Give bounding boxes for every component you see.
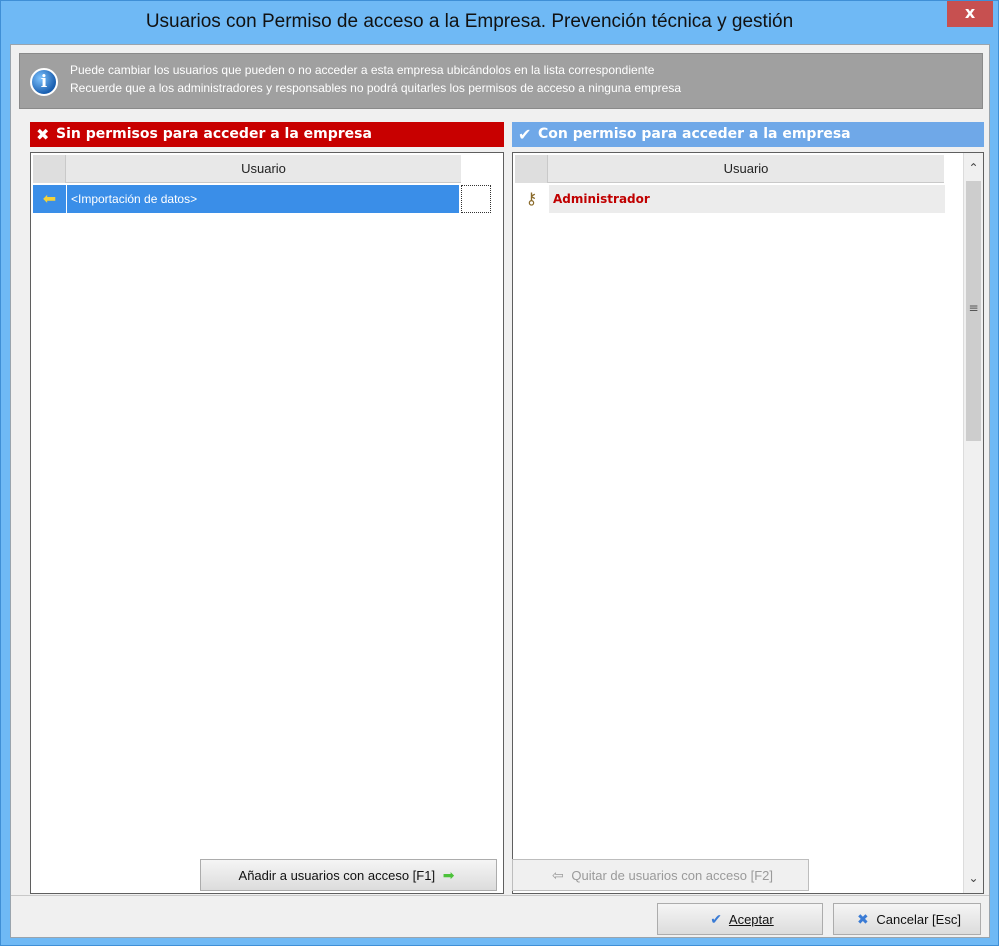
no-access-header-label: Sin permisos para acceder a la empresa <box>56 126 372 142</box>
scroll-down-icon[interactable]: ⌄ <box>964 867 983 889</box>
info-banner: i Puede cambiar los usuarios que pueden … <box>19 53 983 109</box>
scroll-up-icon[interactable]: ⌃ <box>964 157 983 179</box>
check-icon: ✔ <box>710 911 722 927</box>
scroll-thumb[interactable]: ≡ <box>966 181 981 441</box>
remove-access-label: Quitar de usuarios con acceso [F2] <box>571 868 773 883</box>
window-title: Usuarios con Permiso de acceso a la Empr… <box>145 11 794 32</box>
close-button[interactable]: x <box>947 1 993 27</box>
no-access-header: ✖ Sin permisos para acceder a la empresa <box>30 122 504 147</box>
column-header-usuario[interactable]: Usuario <box>66 155 461 183</box>
no-access-grid[interactable]: Usuario ⬅ <Importación de datos> <box>30 152 504 894</box>
close-icon: x <box>964 3 976 22</box>
table-row[interactable]: ⚷ Administrador <box>515 185 945 213</box>
dialog-body: i Puede cambiar los usuarios que pueden … <box>10 44 990 938</box>
add-access-button[interactable]: Añadir a usuarios con acceso [F1] ➡ <box>200 859 497 891</box>
user-cell[interactable]: Administrador <box>549 185 945 213</box>
access-header-label: Con permiso para acceder a la empresa <box>538 126 851 142</box>
remove-access-button[interactable]: ⇦ Quitar de usuarios con acceso [F2] <box>512 859 809 891</box>
keys-icon: ⚷ <box>525 189 538 208</box>
column-header-usuario[interactable]: Usuario <box>548 155 944 183</box>
footer-divider <box>11 895 989 896</box>
dialog-window: Usuarios con Permiso de acceso a la Empr… <box>0 0 999 946</box>
access-header: ✔ Con permiso para acceder a la empresa <box>512 122 984 147</box>
user-cell[interactable]: <Importación de datos> <box>67 185 459 213</box>
info-icon: i <box>30 68 58 96</box>
arrow-left-icon: ⬅ <box>33 185 66 213</box>
x-icon: ✖ <box>36 125 50 144</box>
add-access-label: Añadir a usuarios con acceso [F1] <box>238 868 436 883</box>
access-grid[interactable]: Usuario ⚷ Administrador ⌃ ≡ ⌄ <box>512 152 984 894</box>
table-row[interactable]: ⬅ <Importación de datos> <box>33 185 493 213</box>
arrow-right-icon: ➡ <box>442 867 455 883</box>
row-indicator-header <box>515 155 548 183</box>
arrow-left-icon: ⇦ <box>552 867 564 883</box>
x-icon: ✖ <box>857 911 869 927</box>
vertical-scrollbar[interactable]: ⌃ ≡ ⌄ <box>963 153 983 893</box>
check-icon: ✔ <box>518 125 532 144</box>
cancel-label: Cancelar [Esc] <box>876 912 961 927</box>
accept-label: Aceptar <box>728 912 774 927</box>
title-bar[interactable]: Usuarios con Permiso de acceso a la Empr… <box>1 1 998 44</box>
row-indicator-header <box>33 155 66 183</box>
info-line-2: Recuerde que a los administradores y res… <box>70 81 682 95</box>
grip-icon: ≡ <box>968 301 979 315</box>
focus-cell <box>461 185 491 213</box>
info-line-1: Puede cambiar los usuarios que pueden o … <box>70 63 655 77</box>
accept-button[interactable]: ✔ Aceptar <box>657 903 823 935</box>
cancel-button[interactable]: ✖ Cancelar [Esc] <box>833 903 981 935</box>
